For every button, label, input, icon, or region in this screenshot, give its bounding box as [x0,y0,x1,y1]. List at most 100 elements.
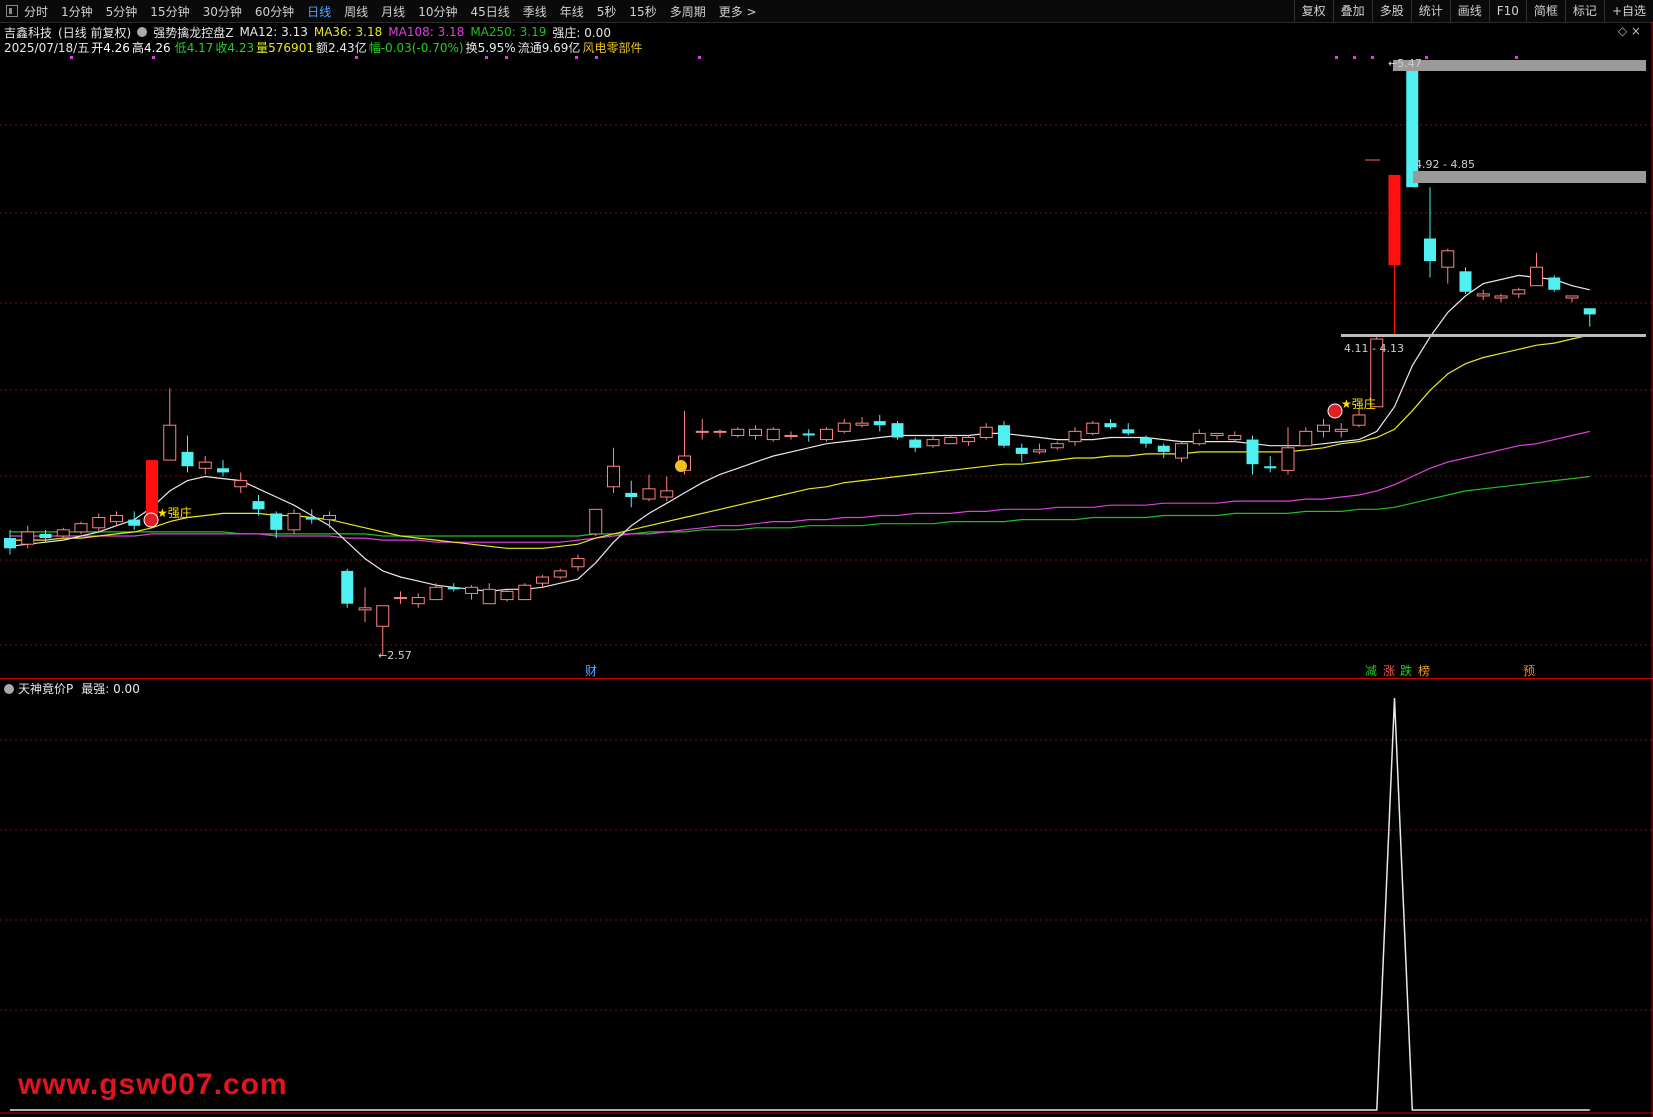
candle-body [1175,443,1188,459]
signal-dot [575,56,578,59]
signal-dot [485,56,488,59]
candle-body [1281,447,1295,471]
finance-mark[interactable]: 财 [585,664,597,678]
candle-body [358,607,372,611]
signal-icon-1 [143,512,159,528]
candle-body [234,480,248,488]
candle-body [1494,295,1508,299]
pane-divider[interactable] [0,678,1653,679]
candle-body [962,437,975,443]
candle-body [394,597,407,600]
candle-body [128,519,141,526]
price-chart[interactable]: ←5.47 4.92 - 4.85 4.11 - 4.13 ←2.57 ★强庄 … [0,0,1653,1117]
marker-forecast[interactable]: 预 [1523,664,1535,678]
candle-body [944,437,958,445]
candle-body [553,570,567,578]
signal-dot [1425,56,1428,59]
candle-body [998,425,1010,446]
high-label: ←5.47 [1388,57,1422,70]
candle-body [1334,428,1348,432]
ma36-line [10,334,1590,549]
indicator-title: 天神竟价P 最强: 0.00 [4,680,148,697]
candle-body [198,461,212,469]
zone-lower-label: 4.11 - 4.13 [1344,342,1404,355]
candle-body [625,492,638,498]
candle-body [1122,429,1135,434]
candle-body [1388,174,1401,266]
signal-dot [698,56,701,59]
marker-down[interactable]: 跌 [1400,663,1412,678]
candle-body [1476,293,1490,297]
candle-body [713,430,727,433]
candle-body [252,501,265,510]
candle-body [163,424,177,461]
candle-body [518,584,532,601]
signal-dot [595,56,598,59]
candle-body [4,538,16,549]
candle-body [1548,277,1561,290]
candle-body [855,422,869,426]
candle-body [1157,445,1170,452]
candle-body [1192,432,1206,445]
marker-rank[interactable]: 榜 [1418,663,1430,678]
candle-body [56,529,70,537]
candle-body [270,513,283,530]
candle-body [1210,432,1224,436]
signal-label-2: ★强庄 [1341,396,1376,411]
candle-body [1299,430,1313,447]
low-label: ←2.57 [378,649,412,662]
candle-body [1015,447,1028,454]
candle-body [571,558,585,568]
indicator-name[interactable]: 天神竟价P [18,680,73,697]
signal-dot [1371,56,1374,59]
candle-body [891,423,904,438]
candle-body [1512,289,1526,295]
candle-body [1264,466,1277,469]
candle-body [802,433,815,436]
candle-body [607,465,620,488]
candle-body [1050,443,1064,449]
money-bag-icon [675,460,687,472]
candle-body [837,422,851,432]
signal-dot [70,56,73,59]
marker-reduce[interactable]: 减 [1365,664,1377,678]
candle-body [766,428,780,441]
signal-label-1: ★强庄 [157,505,192,520]
marker-up[interactable]: 涨 [1383,663,1395,678]
candle-body [74,523,88,533]
candle-body [92,517,106,529]
candle-body [181,451,194,467]
candle-body [376,605,390,627]
candle-body [1530,266,1543,287]
candle-body [21,531,35,545]
candle-body [110,514,123,523]
candle-body [1441,250,1455,268]
candle-body [731,428,745,436]
candle-body [1246,439,1259,465]
candle-body [695,430,709,433]
candle-body [642,488,656,500]
candle-body [1140,437,1152,444]
candle-body [1583,308,1596,315]
candle-body [873,421,886,426]
candle-body [217,468,229,473]
candle-body [979,426,993,439]
resistance-zone-mid [1413,171,1646,183]
candle-body [341,570,354,604]
candle-body [1459,271,1472,292]
signal-icon-2 [1327,403,1343,419]
ma12-line [9,274,1590,593]
signal-dot [1515,56,1518,59]
candle-body [39,533,52,539]
candle-body [926,439,940,447]
indicator-dot-icon[interactable] [4,683,14,694]
candle-body [784,434,798,437]
candle-body [1104,423,1117,428]
resistance-zone-top [1393,60,1646,71]
candle-body [500,590,514,601]
candle-body [447,587,460,590]
candle-body [482,588,496,605]
signal-dot [1353,56,1356,59]
candle-body [1228,434,1242,441]
candle-body [1352,414,1366,426]
